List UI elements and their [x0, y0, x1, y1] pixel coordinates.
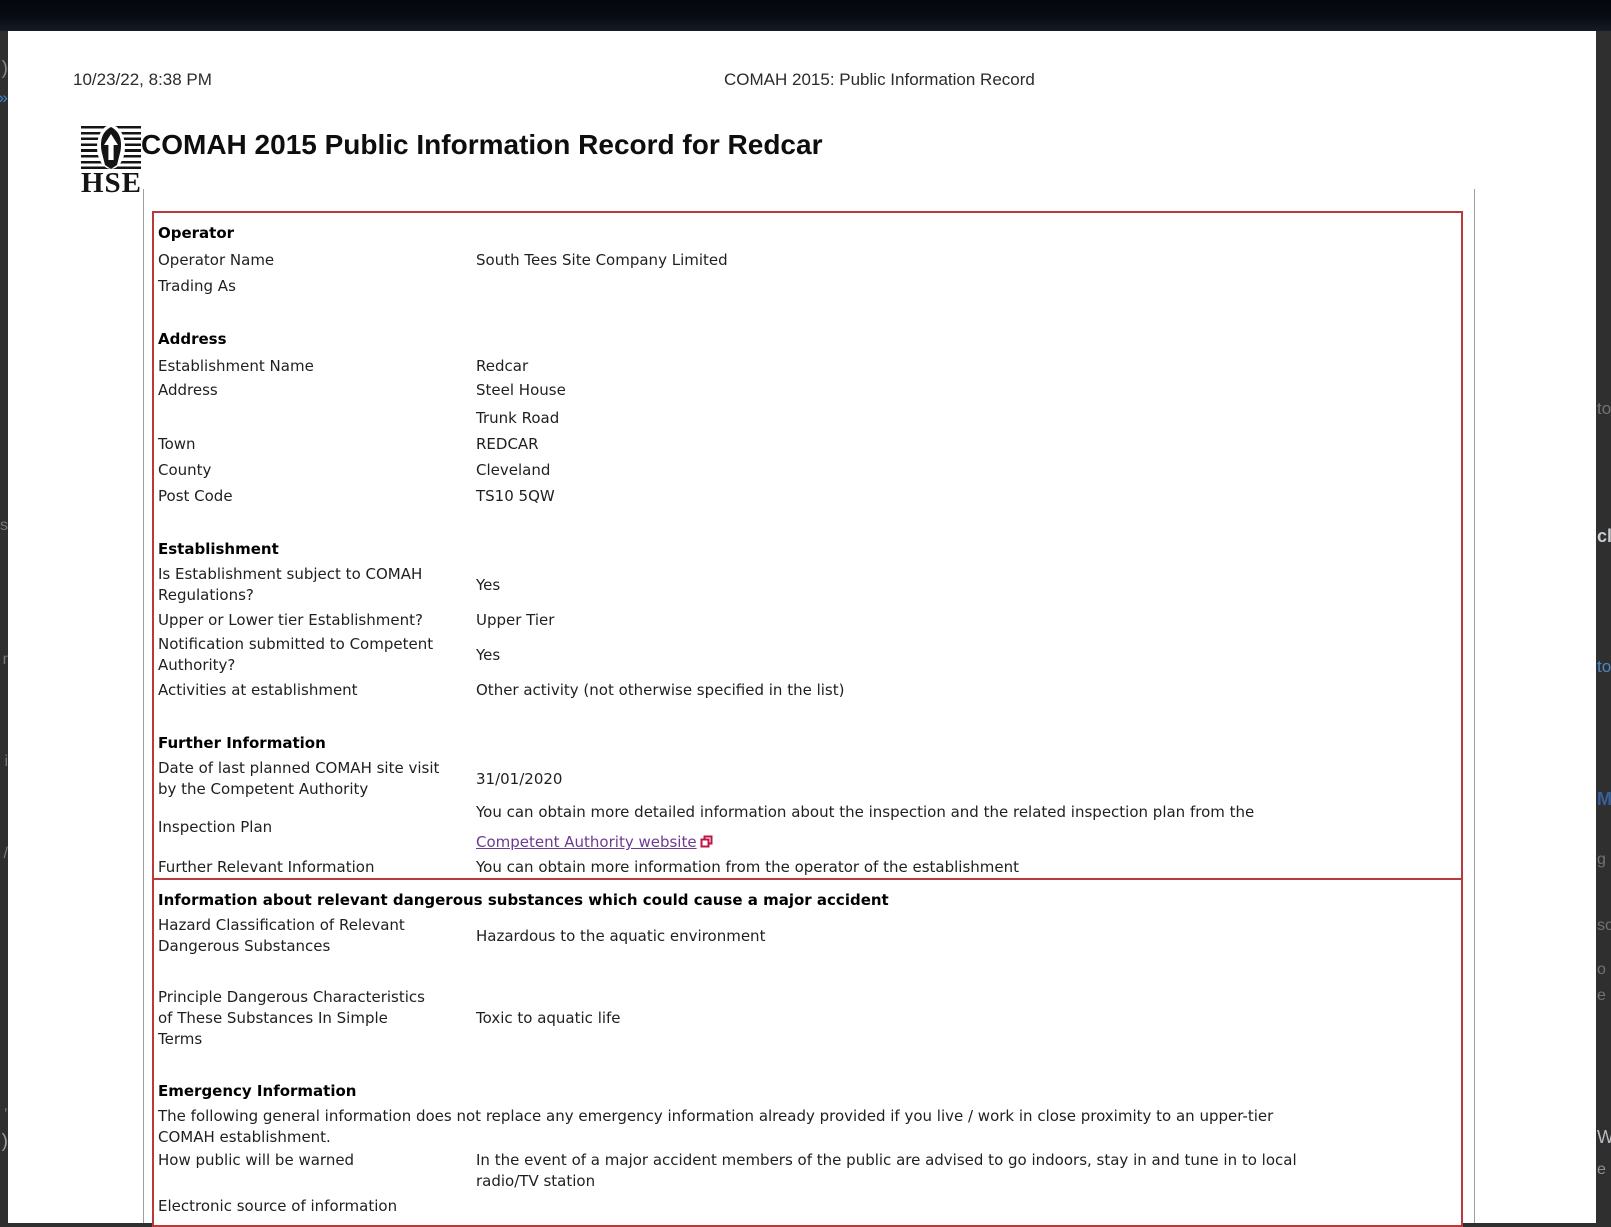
hse-logo-text: HSE: [81, 169, 143, 197]
content-left-border: [143, 189, 144, 1223]
backdrop-text-fragment: »: [0, 88, 8, 108]
backdrop-left-edge: )»sri/,): [0, 31, 8, 1223]
field-value: Hazardous to the aquatic environment: [476, 926, 1461, 947]
field-value: Yes: [476, 575, 1461, 596]
field-label: Is Establishment subject to COMAH Regula…: [154, 564, 476, 606]
section-heading: Address: [154, 327, 1461, 353]
backdrop-text-fragment: cl: [1597, 526, 1611, 547]
table-row: Establishment NameRedcar: [154, 353, 1461, 379]
row-spacer: [154, 1051, 1461, 1079]
field-label: Post Code: [154, 486, 476, 507]
field-value: 31/01/2020: [476, 769, 1461, 790]
field-label: Principle Dangerous Characteristics of T…: [154, 987, 476, 1050]
print-preview-page: 10/23/22, 8:38 PM COMAH 2015: Public Inf…: [8, 31, 1596, 1223]
field-value: You can obtain more detailed information…: [476, 802, 1461, 853]
field-label: Upper or Lower tier Establishment?: [154, 610, 476, 631]
competent-authority-link[interactable]: Competent Authority website: [476, 833, 697, 851]
content-right-border: [1474, 189, 1475, 1223]
external-link-icon: [700, 835, 713, 848]
table-row: Trunk Road: [154, 405, 1461, 431]
backdrop-text-fragment: to: [1597, 657, 1611, 677]
field-label: Notification submitted to Competent Auth…: [154, 634, 476, 676]
row-spacer: [154, 703, 1461, 731]
field-label: County: [154, 460, 476, 481]
field-label: Trading As: [154, 276, 476, 297]
field-label: Electronic source of information: [154, 1196, 476, 1217]
table-row: Date of last planned COMAH site visit by…: [154, 757, 1461, 801]
field-value: Toxic to aquatic life: [476, 1008, 1461, 1029]
row-spacer: [154, 958, 1461, 986]
backdrop-right-edge: tocltoMagsooeWe: [1596, 31, 1611, 1223]
table-row: Hazard Classification of Relevant Danger…: [154, 914, 1461, 958]
field-value: South Tees Site Company Limited: [476, 250, 1461, 271]
field-label: Date of last planned COMAH site visit by…: [154, 758, 476, 800]
table-row: Principle Dangerous Characteristics of T…: [154, 986, 1461, 1051]
backdrop-text-fragment: e: [1597, 1161, 1606, 1179]
table-row: Is Establishment subject to COMAH Regula…: [154, 563, 1461, 607]
backdrop-text-fragment: to: [1597, 399, 1611, 419]
section-heading: Further Information: [154, 731, 1461, 757]
table-row: Post CodeTS10 5QW: [154, 483, 1461, 509]
backdrop-text-fragment: W: [1597, 1127, 1611, 1148]
section-heading: Information about relevant dangerous sub…: [154, 888, 1461, 914]
backdrop-text-fragment: so: [1597, 917, 1611, 935]
field-value: Yes: [476, 645, 1461, 666]
table-row: CountyCleveland: [154, 457, 1461, 483]
field-label: Activities at establishment: [154, 680, 476, 701]
table-row: Operator NameSouth Tees Site Company Lim…: [154, 247, 1461, 273]
table-row: TownREDCAR: [154, 431, 1461, 457]
field-label: Further Relevant Information: [154, 857, 476, 878]
field-value: Trunk Road: [476, 408, 1461, 429]
table-row: How public will be warnedIn the event of…: [154, 1149, 1461, 1193]
field-value-link-line: Competent Authority website: [476, 832, 1453, 853]
table-row: Activities at establishmentOther activit…: [154, 677, 1461, 703]
backdrop-text-fragment: Ma: [1597, 789, 1611, 810]
field-label: Address: [154, 380, 476, 401]
field-label: Town: [154, 434, 476, 455]
field-value: You can obtain more information from the…: [476, 857, 1461, 878]
table-row: Electronic source of information: [154, 1193, 1461, 1219]
dangerous-substances-table: Information about relevant dangerous sub…: [152, 878, 1463, 1227]
field-value: In the event of a major accident members…: [476, 1150, 1461, 1192]
table-row: Inspection PlanYou can obtain more detai…: [154, 801, 1461, 854]
field-label: Operator Name: [154, 250, 476, 271]
table-row: Notification submitted to Competent Auth…: [154, 633, 1461, 677]
table-row: Upper or Lower tier Establishment?Upper …: [154, 607, 1461, 633]
field-label: How public will be warned: [154, 1150, 476, 1171]
field-value: REDCAR: [476, 434, 1461, 455]
page-title: COMAH 2015 Public Information Record for…: [141, 129, 822, 161]
backdrop-text-fragment: e: [1597, 987, 1606, 1005]
row-spacer: [154, 509, 1461, 537]
hse-emblem-icon: [95, 124, 127, 172]
backdrop-text-fragment: o: [1597, 961, 1606, 979]
field-value: Steel House: [476, 380, 1461, 401]
field-value: Redcar: [476, 356, 1461, 377]
section-paragraph: The following general information does n…: [154, 1105, 1461, 1149]
backdrop-text-fragment: g: [1597, 851, 1606, 869]
field-label: Hazard Classification of Relevant Danger…: [154, 915, 476, 957]
section-heading: Emergency Information: [154, 1079, 1461, 1105]
hse-logo-mark: [81, 126, 141, 170]
field-value: TS10 5QW: [476, 486, 1461, 507]
section-heading: Establishment: [154, 537, 1461, 563]
field-value: Upper Tier: [476, 610, 1461, 631]
field-value-text: You can obtain more detailed information…: [476, 802, 1453, 823]
operator-record-table: OperatorOperator NameSouth Tees Site Com…: [152, 211, 1463, 888]
field-label: Inspection Plan: [154, 817, 476, 838]
field-value: Other activity (not otherwise specified …: [476, 680, 1461, 701]
print-header-datetime: 10/23/22, 8:38 PM: [73, 70, 212, 90]
backdrop-top-band: [0, 0, 1611, 31]
table-row: AddressSteel House: [154, 379, 1461, 405]
hse-logo: HSE: [81, 126, 143, 197]
row-spacer: [154, 299, 1461, 327]
table-row: Trading As: [154, 273, 1461, 299]
section-heading: Operator: [154, 221, 1461, 247]
field-value: Cleveland: [476, 460, 1461, 481]
field-label: Establishment Name: [154, 356, 476, 377]
table-row: Further Relevant InformationYou can obta…: [154, 854, 1461, 880]
backdrop-text-fragment: s: [0, 517, 8, 535]
print-header-title: COMAH 2015: Public Information Record: [724, 70, 1035, 90]
